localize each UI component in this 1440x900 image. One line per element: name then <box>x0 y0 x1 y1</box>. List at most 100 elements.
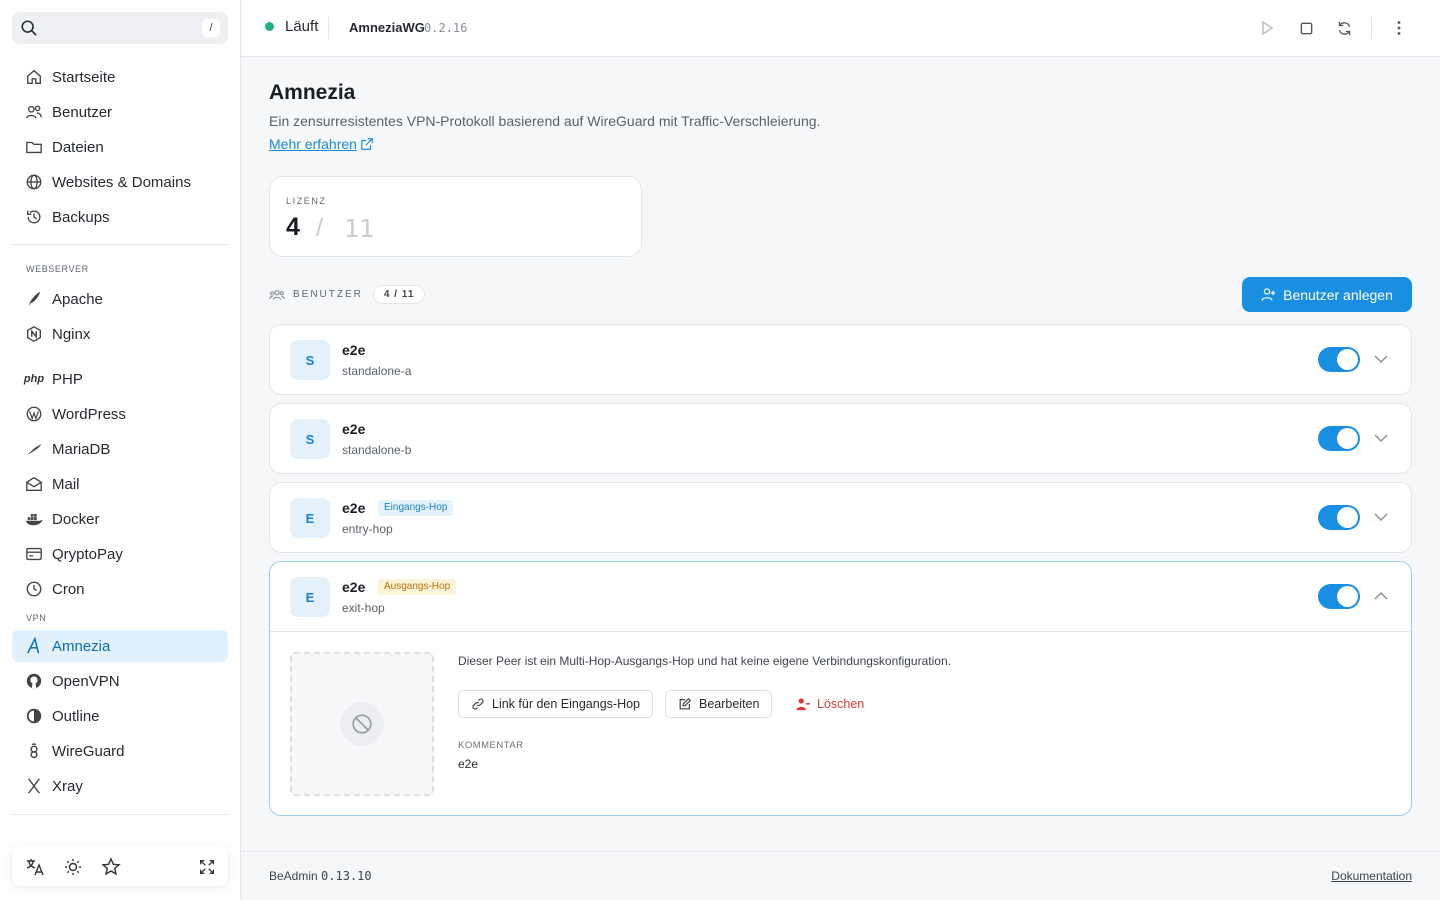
fullscreen-icon[interactable] <box>196 856 218 878</box>
peer-detail-panel: Dieser Peer ist ein Multi-Hop-Ausgangs-H… <box>270 631 1411 815</box>
search-input[interactable]: / <box>12 12 228 44</box>
external-link-icon <box>361 138 373 150</box>
sidebar-item-amnezia[interactable]: Amnezia <box>12 630 228 662</box>
license-max: 11 <box>344 214 375 243</box>
sidebar-item-label: WireGuard <box>52 742 125 760</box>
sidebar-item-openvpn[interactable]: OpenVPN <box>12 665 228 697</box>
chevron-up-icon[interactable] <box>1372 587 1390 605</box>
users-group-icon <box>269 289 285 300</box>
docker-icon <box>24 509 44 529</box>
status-dot <box>265 22 274 31</box>
chevron-down-icon[interactable] <box>1372 350 1390 368</box>
sidebar-item-label: QryptoPay <box>52 545 123 563</box>
sidebar-item-nginx[interactable]: Nginx <box>12 318 228 350</box>
exit-hop-badge: Ausgangs-Hop <box>378 579 457 595</box>
add-user-button[interactable]: Benutzer anlegen <box>1242 277 1412 312</box>
entry-hop-link-label: Link für den Eingangs-Hop <box>492 697 641 711</box>
php-icon: php <box>24 369 44 389</box>
sidebar-item-outline[interactable]: Outline <box>12 700 228 732</box>
peer-name: e2e <box>342 342 366 358</box>
peer-row[interactable]: S e2e standalone-a <box>270 325 1411 394</box>
amnezia-icon <box>24 636 44 656</box>
chevron-down-icon[interactable] <box>1372 429 1390 447</box>
sidebar-item-label: Backups <box>52 208 110 226</box>
user-plus-icon <box>1261 288 1276 301</box>
sidebar-item-backups[interactable]: Backups <box>12 201 228 233</box>
page-footer: BeAdmin 0.13.10 Dokumentation <box>241 851 1440 900</box>
peer-enabled-toggle[interactable] <box>1318 347 1360 372</box>
peer-card: E e2e Eingangs-Hop entry-hop <box>269 482 1412 553</box>
theme-sun-icon[interactable] <box>62 856 84 878</box>
xray-icon <box>24 776 44 796</box>
edit-button[interactable]: Bearbeiten <box>665 690 773 718</box>
service-status: Läuft <box>265 18 318 35</box>
peer-avatar: S <box>290 419 330 459</box>
learn-more-link[interactable]: Mehr erfahren <box>269 136 374 152</box>
globe-icon <box>24 172 44 192</box>
peer-card: S e2e standalone-b <box>269 403 1412 474</box>
sidebar-item-label: Apache <box>52 290 103 308</box>
sidebar-item-docker[interactable]: Docker <box>12 503 228 535</box>
sidebar-item-apache[interactable]: Apache <box>12 283 228 315</box>
search-shortcut-hint: / <box>202 19 220 37</box>
sidebar-item-websites[interactable]: Websites & Domains <box>12 166 228 198</box>
star-icon[interactable] <box>100 856 122 878</box>
sidebar-item-wordpress[interactable]: WordPress <box>12 398 228 430</box>
translate-icon[interactable] <box>24 856 46 878</box>
sidebar-item-label: Amnezia <box>52 637 111 655</box>
wireguard-icon <box>24 741 44 761</box>
sidebar-item-dateien[interactable]: Dateien <box>12 131 228 163</box>
toggle-knob <box>1337 349 1358 370</box>
sidebar-item-label: WordPress <box>52 405 126 423</box>
users-label: BENUTZER <box>293 289 363 300</box>
sidebar-item-qryptopay[interactable]: QryptoPay <box>12 538 228 570</box>
peer-name: e2e <box>342 421 366 437</box>
app-name: AmneziaWG <box>349 20 425 35</box>
wordpress-icon <box>24 404 44 424</box>
users-count-badge: 4 / 11 <box>372 285 426 304</box>
unavailable-icon <box>340 702 384 746</box>
sidebar-item-php[interactable]: php PHP <box>12 363 228 395</box>
sidebar-item-mail[interactable]: Mail <box>12 468 228 500</box>
delete-button[interactable]: Löschen <box>796 690 864 718</box>
comment-value: e2e <box>458 757 479 771</box>
start-button[interactable] <box>1257 18 1277 38</box>
outline-icon <box>24 706 44 726</box>
sidebar-item-cron[interactable]: Cron <box>12 573 228 605</box>
php-icon-text: php <box>23 373 45 385</box>
sidebar-item-mariadb[interactable]: MariaDB <box>12 433 228 465</box>
chevron-down-icon[interactable] <box>1372 508 1390 526</box>
toggle-knob <box>1337 586 1358 607</box>
peer-row[interactable]: E e2e Eingangs-Hop entry-hop <box>270 483 1411 552</box>
learn-more-label: Mehr erfahren <box>269 136 357 152</box>
peer-detail-text: Dieser Peer ist ein Multi-Hop-Ausgangs-H… <box>458 654 951 668</box>
add-user-label: Benutzer anlegen <box>1283 286 1393 303</box>
sidebar-item-benutzer[interactable]: Benutzer <box>12 96 228 128</box>
sidebar: / Startseite Benutzer Dateien Websites &… <box>0 0 241 900</box>
peer-row[interactable]: S e2e standalone-b <box>270 404 1411 473</box>
toggle-knob <box>1337 507 1358 528</box>
documentation-link[interactable]: Dokumentation <box>1331 869 1412 883</box>
more-menu-icon[interactable] <box>1389 18 1409 38</box>
peer-row[interactable]: E e2e Ausgangs-Hop exit-hop <box>270 562 1411 631</box>
sidebar-item-startseite[interactable]: Startseite <box>12 61 228 93</box>
peer-enabled-toggle[interactable] <box>1318 584 1360 609</box>
peer-name: e2e <box>342 579 366 595</box>
sidebar-item-wireguard[interactable]: WireGuard <box>12 735 228 767</box>
peer-enabled-toggle[interactable] <box>1318 426 1360 451</box>
restart-button[interactable] <box>1334 18 1354 38</box>
peer-name: e2e <box>342 500 366 516</box>
sidebar-item-label: Outline <box>52 707 100 725</box>
peer-enabled-toggle[interactable] <box>1318 505 1360 530</box>
sidebar-item-xray[interactable]: Xray <box>12 770 228 802</box>
home-icon <box>24 67 44 87</box>
license-separator: / <box>316 214 323 242</box>
card-icon <box>24 544 44 564</box>
entry-hop-link-button[interactable]: Link für den Eingangs-Hop <box>458 690 654 718</box>
page-description: Ein zensurresistentes VPN-Protokoll basi… <box>269 113 821 129</box>
clock-icon <box>24 579 44 599</box>
license-current: 4 <box>286 213 300 241</box>
peer-card: S e2e standalone-a <box>269 324 1412 395</box>
section-label-vpn: VPN <box>26 613 47 623</box>
stop-button[interactable] <box>1296 18 1316 38</box>
